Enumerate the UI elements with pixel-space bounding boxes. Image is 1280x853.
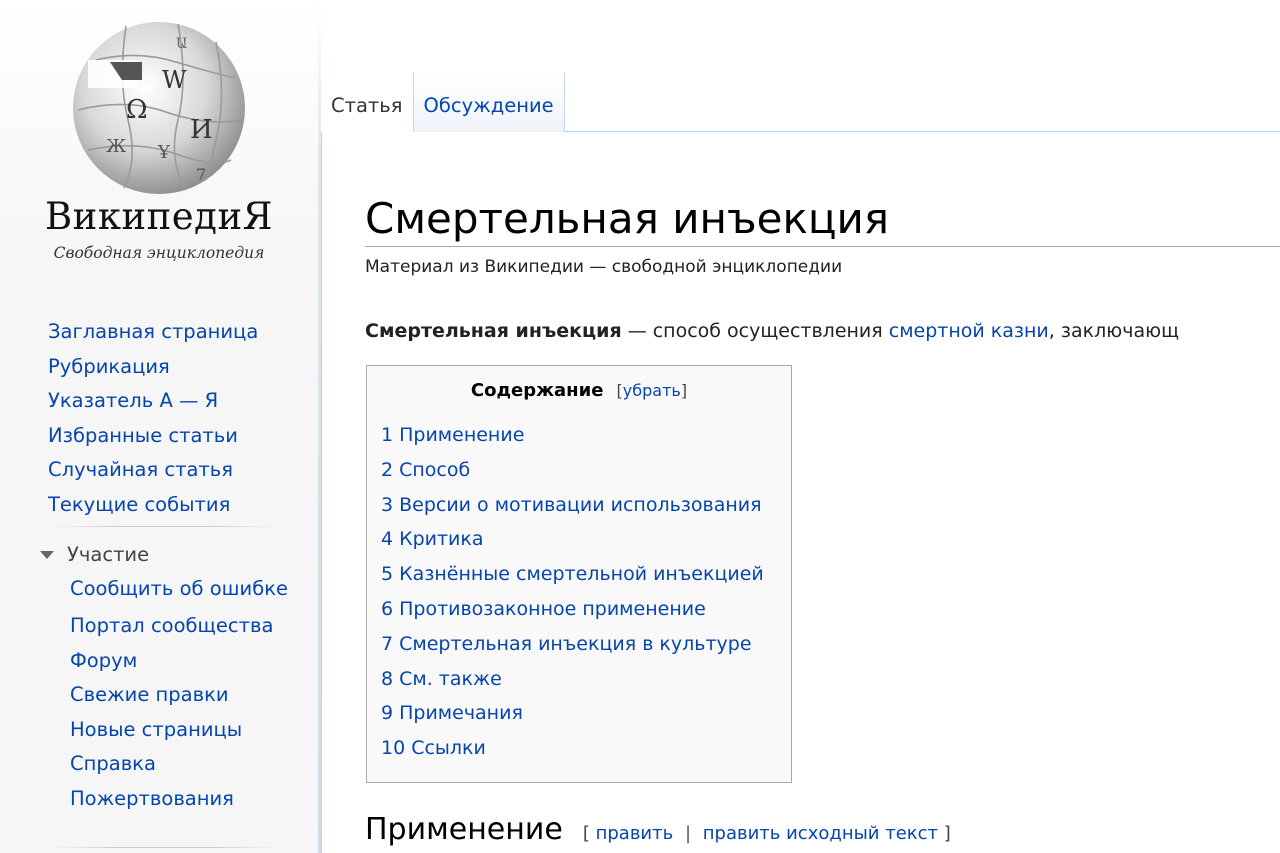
toc-item[interactable]: 7 Смертельная инъекция в культуре xyxy=(381,627,764,662)
toc-bracket-close: ] xyxy=(680,381,688,400)
svg-text:Ω: Ω xyxy=(126,95,148,125)
sidebar-item-forum[interactable]: Форум xyxy=(70,644,305,679)
edit-link[interactable]: править xyxy=(596,823,674,844)
sidebar-item-community-portal[interactable]: Портал сообщества xyxy=(70,609,305,644)
toc-item[interactable]: 3 Версии о мотивации использования xyxy=(381,488,764,523)
edit-section-links: [ править | править исходный текст ] xyxy=(583,823,951,844)
portal-toggle[interactable]: Участие xyxy=(40,540,149,570)
toc-item-number: 8 xyxy=(381,667,394,690)
sidebar-item-new-pages[interactable]: Новые страницы xyxy=(70,713,305,748)
sidebar-item-main-page[interactable]: Заглавная страница xyxy=(48,315,258,350)
toc-item-number: 10 xyxy=(381,737,406,760)
toc-item-number: 7 xyxy=(381,632,394,655)
toc-header: Содержание [убрать] xyxy=(367,380,791,401)
toc-item-label: См. также xyxy=(399,667,502,690)
lead-rest: , заключающ xyxy=(1048,320,1179,342)
toc-item-label: Смертельная инъекция в культуре xyxy=(399,632,752,655)
wiki-page: Ω W И Ж Ұ 7 Ա ВикипедиЯ Свободная энцикл… xyxy=(0,0,1280,853)
table-of-contents: Содержание [убрать] 1 Применение 2 Способ … xyxy=(366,365,792,783)
tab-article[interactable]: Статья xyxy=(321,72,414,132)
toc-item-number: 1 xyxy=(381,424,394,446)
collapse-triangle-icon xyxy=(40,551,54,559)
toc-item[interactable]: 5 Казнённые смертельной инъекцией xyxy=(381,557,764,592)
edit-bracket-close: ] xyxy=(943,823,951,844)
page-tabs: Статья Обсуждение xyxy=(321,72,565,132)
toc-item-label: Способ xyxy=(399,458,471,481)
sidebar-item-random[interactable]: Случайная статья xyxy=(48,453,258,488)
toc-item-number: 4 xyxy=(381,528,394,551)
sidebar-navigation: Заглавная страница Рубрикация Указатель … xyxy=(48,315,258,523)
sidebar-item-report-error[interactable]: Сообщить об ошибке xyxy=(70,575,305,609)
sidebar-divider-bottom xyxy=(48,847,280,848)
sidebar-item-current-events[interactable]: Текущие события xyxy=(48,488,258,523)
toc-item[interactable]: 2 Способ xyxy=(381,453,764,488)
toc-item-number: 5 xyxy=(381,563,394,586)
sidebar-item-index[interactable]: Указатель А — Я xyxy=(48,384,258,419)
section-title: Применение xyxy=(365,812,563,847)
toc-item[interactable]: 6 Противозаконное применение xyxy=(381,592,764,627)
toc-item-label: Противозаконное применение xyxy=(399,597,706,620)
svg-text:Ա: Ա xyxy=(176,36,187,52)
toc-item-label: Казнённые смертельной инъекцией xyxy=(399,563,764,586)
sidebar-item-categories[interactable]: Рубрикация xyxy=(48,350,258,385)
toc-item[interactable]: 1 Применение xyxy=(381,418,764,453)
svg-text:И: И xyxy=(190,115,213,145)
sidebar: Ω W И Ж Ұ 7 Ա ВикипедиЯ Свободная энцикл… xyxy=(0,0,318,853)
sidebar-item-donate[interactable]: Пожертвования xyxy=(70,782,305,817)
toc-item-number: 3 xyxy=(381,493,394,516)
toc-item-label: Примечания xyxy=(399,702,523,725)
lead-bold-term: Смертельная инъекция xyxy=(365,320,622,342)
toc-item[interactable]: 8 См. также xyxy=(381,662,764,697)
edit-source-link[interactable]: править исходный текст xyxy=(703,823,938,844)
toc-title: Содержание xyxy=(470,380,604,401)
svg-text:Ұ: Ұ xyxy=(157,142,171,163)
puzzle-globe-icon: Ω W И Ж Ұ 7 Ա xyxy=(73,22,245,194)
sidebar-item-featured[interactable]: Избранные статьи xyxy=(48,419,258,454)
title-divider xyxy=(365,246,1280,247)
toc-item-label: Версии о мотивации использования xyxy=(399,493,762,516)
logo-wordmark: ВикипедиЯ xyxy=(44,195,274,238)
toc-item-label: Применение xyxy=(399,424,525,446)
toc-item-number: 6 xyxy=(381,597,394,620)
svg-text:7: 7 xyxy=(196,165,206,184)
content-area: Смертельная инъекция Материал из Википед… xyxy=(321,132,1280,853)
lead-paragraph: Смертельная инъекция — способ осуществле… xyxy=(365,320,1179,342)
toc-item[interactable]: 10 Ссылки xyxy=(381,731,764,766)
wikipedia-logo[interactable]: Ω W И Ж Ұ 7 Ա ВикипедиЯ Свободная энцикл… xyxy=(34,12,284,272)
toc-item-label: Ссылки xyxy=(411,737,486,760)
toc-item[interactable]: 9 Примечания xyxy=(381,696,764,731)
logo-tagline: Свободная энциклопедия xyxy=(53,244,265,262)
sidebar-item-recent-changes[interactable]: Свежие правки xyxy=(70,678,305,713)
section-heading: Применение [ править | править исходный … xyxy=(365,812,951,847)
toc-item-label: Критика xyxy=(399,528,484,551)
portal-navigation: Сообщить об ошибке Портал сообщества Фор… xyxy=(70,575,305,817)
toc-toggle: [убрать] xyxy=(617,381,688,400)
toc-item-number: 2 xyxy=(381,458,394,481)
sidebar-divider xyxy=(48,526,280,527)
edit-separator: | xyxy=(684,823,692,844)
lead-text: — способ осуществления xyxy=(621,320,889,342)
page-title: Смертельная инъекция xyxy=(365,194,890,243)
tab-discussion[interactable]: Обсуждение xyxy=(413,72,565,132)
lead-link-death-penalty[interactable]: смертной казни xyxy=(889,320,1049,342)
toc-item[interactable]: 4 Критика xyxy=(381,522,764,557)
toc-hide-link[interactable]: убрать xyxy=(623,381,681,400)
toc-list: 1 Применение 2 Способ 3 Версии о мотивации … xyxy=(381,418,764,766)
site-subtitle: Материал из Википедии — свободной энцикл… xyxy=(365,257,843,277)
svg-text:W: W xyxy=(162,66,187,94)
edit-bracket-open: [ xyxy=(582,823,590,844)
sidebar-item-help[interactable]: Справка xyxy=(70,747,305,782)
svg-text:Ж: Ж xyxy=(106,136,127,157)
toc-item-number: 9 xyxy=(381,702,394,725)
portal-title: Участие xyxy=(67,543,150,566)
